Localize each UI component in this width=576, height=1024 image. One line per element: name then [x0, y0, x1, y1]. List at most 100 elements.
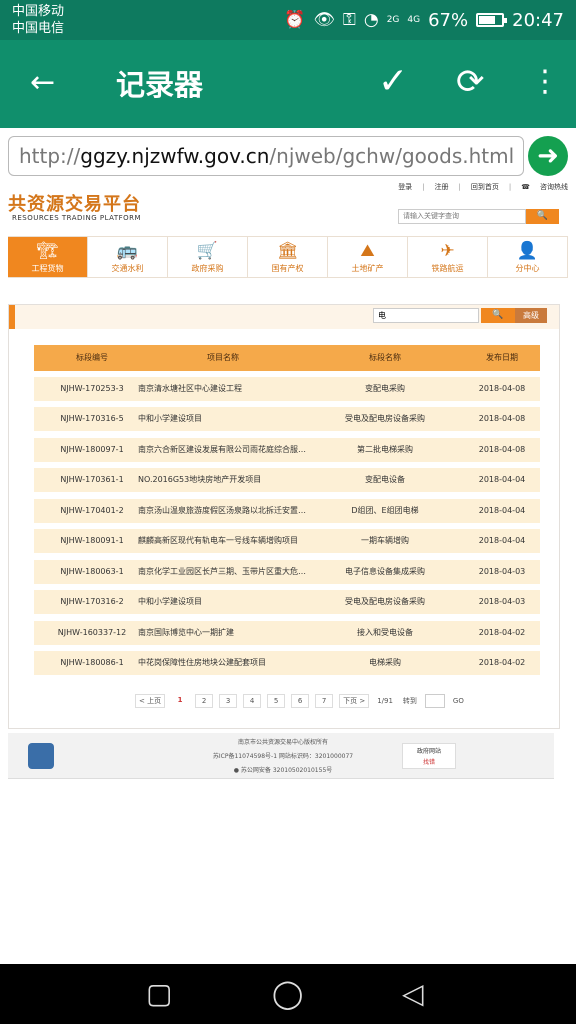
- cell-project[interactable]: 麒麟高新区现代有轨电车一号线车辆增购项目: [138, 529, 308, 553]
- filter-search-button[interactable]: 🔍: [481, 308, 515, 323]
- footer-icp: 苏ICP备11074598号-1 网站标识码：3201000077: [212, 753, 354, 760]
- gov-logo: [28, 743, 54, 769]
- goto-button[interactable]: GO: [451, 697, 466, 705]
- url-path: /njweb/gchw/goods.html: [269, 144, 515, 168]
- cell-project[interactable]: 南京汤山温泉旅游度假区汤泉路以北拆迁安置…: [138, 499, 308, 523]
- footer-police-record: ● 苏公网安备 32010502010155号: [168, 765, 398, 774]
- login-link[interactable]: 登录: [398, 182, 412, 192]
- nav-label: 土地矿产: [351, 264, 384, 273]
- hotline-link[interactable]: 咨询热线: [540, 182, 568, 192]
- col-header-section: 标段名称: [369, 353, 401, 362]
- pagination: < 上页 1 2 3 4 5 6 7 下页 > 1/91 转到 GO: [135, 693, 466, 709]
- results-panel: 电 🔍 高级 标段编号 项目名称 标段名称 发布日期 NJHW-170253-3…: [8, 304, 560, 729]
- cell-project[interactable]: 南京国际博览中心一期扩建: [138, 621, 308, 645]
- table-row[interactable]: NJHW-180063-1 南京化学工业园区长芦三期、玉带片区重大危… 电子信息设备…: [34, 560, 540, 584]
- table-row[interactable]: NJHW-170316-5 中和小学建设项目 受电及配电房设备采购 2018-04-0…: [34, 407, 540, 431]
- table-row[interactable]: NJHW-170253-3 南京清水塘社区中心建设工程 变配电采购 2018-04-0…: [34, 377, 540, 401]
- prev-page-button[interactable]: < 上页: [135, 694, 166, 708]
- back-triangle-icon[interactable]: ◁: [402, 976, 424, 1012]
- cell-code: NJHW-170253-3: [60, 384, 124, 393]
- site-logo-title: 共资源交易平台: [8, 194, 141, 215]
- nav-label: 交通水利: [111, 264, 144, 273]
- cell-date: 2018-04-03: [478, 597, 526, 606]
- home-circle-icon[interactable]: ◯: [272, 976, 303, 1012]
- cell-date: 2018-04-08: [478, 445, 526, 454]
- table-row[interactable]: NJHW-170401-2 南京汤山温泉旅游度假区汤泉路以北拆迁安置… D组团、E组…: [34, 499, 540, 523]
- panel-header: 电 🔍 高级: [9, 305, 559, 329]
- page-6[interactable]: 6: [291, 694, 310, 708]
- cell-project[interactable]: 南京清水塘社区中心建设工程: [138, 377, 308, 401]
- site-search-button[interactable]: 🔍: [526, 209, 559, 224]
- carrier-2: 中国电信: [12, 21, 65, 36]
- page-info: 1/91: [377, 697, 393, 705]
- url-input[interactable]: http://ggzy.njzwfw.gov.cn/njweb/gchw/goo…: [8, 136, 524, 176]
- cell-project[interactable]: 中和小学建设项目: [138, 407, 308, 431]
- advanced-search-button[interactable]: 高级: [515, 308, 547, 323]
- table-row[interactable]: NJHW-160337-12 南京国际博览中心一期扩建 接入和受电设备 2018-04…: [34, 621, 540, 645]
- cell-project[interactable]: 中花岗保障性住房地块公建配套项目: [138, 651, 308, 675]
- nav-item-state-property[interactable]: 🏛 国有产权: [248, 237, 328, 277]
- alarm-icon: ⏰: [284, 10, 306, 30]
- app-title: 记录器: [116, 68, 204, 102]
- cell-section: 受电及配电房设备采购: [345, 597, 425, 606]
- table-row[interactable]: NJHW-180097-1 南京六合新区建设发展有限公司雨花庭综合服… 第二批电梯采…: [34, 438, 540, 462]
- nav-item-branch[interactable]: 👤 分中心: [488, 237, 568, 277]
- cell-date: 2018-04-02: [478, 628, 526, 637]
- cell-code: NJHW-180091-1: [60, 536, 124, 545]
- more-vert-icon[interactable]: ⋮: [530, 64, 560, 100]
- next-page-button[interactable]: 下页 >: [339, 694, 370, 708]
- cell-date: 2018-04-08: [478, 384, 526, 393]
- gov-site-badge-action: 找错: [422, 759, 435, 766]
- recents-square-icon[interactable]: ▢: [146, 976, 172, 1012]
- nav-item-procurement[interactable]: 🛒 政府采购: [168, 237, 248, 277]
- phone-icon: ☎: [521, 183, 530, 191]
- building-icon: 🏛: [276, 241, 299, 261]
- go-arrow-icon[interactable]: ➜: [528, 136, 568, 176]
- eye-icon: 👁: [313, 10, 335, 30]
- cell-project[interactable]: 中和小学建设项目: [138, 590, 308, 614]
- cell-code: NJHW-180097-1: [60, 445, 124, 454]
- cell-project[interactable]: 南京化学工业园区长芦三期、玉带片区重大危…: [138, 560, 308, 584]
- table-row[interactable]: NJHW-170316-2 中和小学建设项目 受电及配电房设备采购 2018-04-0…: [34, 590, 540, 614]
- mountain-icon: ⛰: [360, 241, 375, 261]
- col-header-code: 标段编号: [76, 353, 108, 362]
- page-1[interactable]: 1: [171, 694, 190, 708]
- cell-project[interactable]: 南京六合新区建设发展有限公司雨花庭综合服…: [138, 438, 308, 462]
- cell-section: 第二批电梯采购: [357, 445, 413, 454]
- nav-item-engineering[interactable]: 🏗 工程货物: [8, 237, 88, 277]
- page-3[interactable]: 3: [219, 694, 238, 708]
- cell-project[interactable]: NO.2016G53地块房地产开发项目: [138, 468, 308, 492]
- table-row[interactable]: NJHW-170361-1 NO.2016G53地块房地产开发项目 变配电设备 201…: [34, 468, 540, 492]
- wifi-icon: ◔: [363, 10, 379, 30]
- site-footer: 南京市公共资源交易中心版权所有 苏ICP备11074598号-1 网站标识码：3…: [8, 733, 554, 779]
- nav-label: 铁路航运: [431, 264, 464, 273]
- back-arrow-icon[interactable]: ←: [30, 66, 55, 100]
- nav-item-railway[interactable]: ✈ 铁路航运: [408, 237, 488, 277]
- nav-item-land[interactable]: ⛰ 土地矿产: [328, 237, 408, 277]
- cell-date: 2018-04-02: [478, 658, 526, 667]
- cell-section: 电梯采购: [369, 658, 401, 667]
- app-bar: ← 记录器 ✓ ⟳ ⋮: [0, 40, 576, 128]
- site-search-input[interactable]: 请输入关键字查询: [398, 209, 526, 224]
- cell-date: 2018-04-03: [478, 567, 526, 576]
- cell-section: D组团、E组团电梯: [351, 506, 419, 515]
- register-link[interactable]: 注册: [435, 182, 449, 192]
- page-2[interactable]: 2: [195, 694, 214, 708]
- cell-date: 2018-04-04: [478, 475, 526, 484]
- table-row[interactable]: NJHW-180091-1 麒麟高新区现代有轨电车一号线车辆增购项目 一期车辆增购 2…: [34, 529, 540, 553]
- footer-police-text: 苏公网安备 32010502010155号: [240, 767, 333, 774]
- home-link[interactable]: 回到首页: [471, 182, 499, 192]
- check-icon[interactable]: ✓: [378, 62, 408, 102]
- table-row[interactable]: NJHW-180086-1 中花岗保障性住房地块公建配套项目 电梯采购 2018-04…: [34, 651, 540, 675]
- cell-section: 变配电采购: [365, 384, 405, 393]
- col-header-date: 发布日期: [486, 353, 518, 362]
- page-4[interactable]: 4: [243, 694, 262, 708]
- refresh-icon[interactable]: ⟳: [456, 62, 485, 102]
- goto-page-input[interactable]: [424, 694, 445, 708]
- page-7[interactable]: 7: [315, 694, 334, 708]
- nav-item-transport[interactable]: 🚌 交通水利: [88, 237, 168, 277]
- gov-site-badge[interactable]: 政府网站 找错: [402, 743, 456, 769]
- gov-site-badge-title: 政府网站: [416, 748, 441, 755]
- filter-input[interactable]: 电: [373, 308, 479, 323]
- page-5[interactable]: 5: [267, 694, 286, 708]
